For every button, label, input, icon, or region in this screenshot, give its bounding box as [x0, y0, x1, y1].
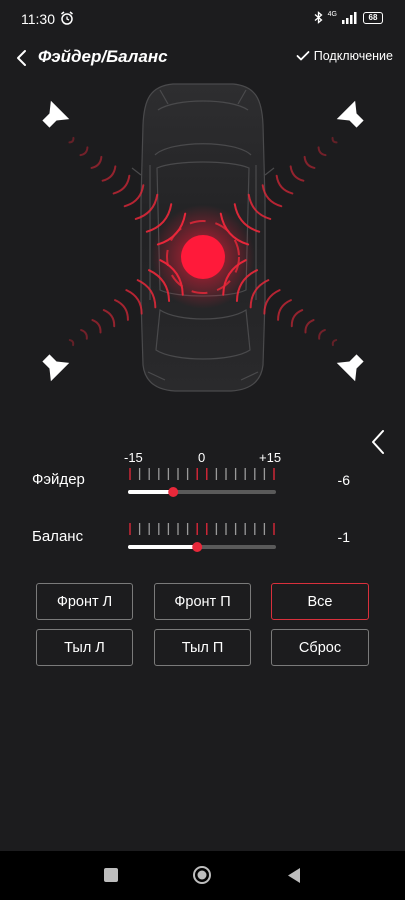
signal-icon	[342, 11, 357, 24]
balance-label: Баланс	[32, 528, 84, 545]
balance-slider[interactable]	[126, 521, 278, 555]
scale-max-label: +15	[259, 450, 282, 465]
sound-wave-arc	[263, 289, 281, 315]
scale-min-label: -15	[124, 450, 143, 465]
status-time: 11:30	[21, 11, 55, 27]
sound-wave-arc	[125, 289, 143, 315]
reset-button[interactable]: Сброс	[271, 629, 369, 666]
sound-wave-arc	[303, 155, 316, 169]
bluetooth-icon	[314, 11, 323, 24]
rear-right-button[interactable]: Тыл П	[154, 629, 251, 666]
sound-wave-arc	[114, 299, 129, 321]
sound-wave-arc	[79, 146, 89, 157]
battery-icon: 68	[363, 11, 383, 24]
back-nav-icon[interactable]	[286, 867, 302, 884]
check-icon	[296, 51, 310, 61]
speaker-icon	[42, 354, 70, 382]
connection-label: Подключение	[313, 49, 393, 63]
status-icons: 4G 68	[314, 11, 383, 24]
system-nav-bar	[0, 851, 405, 900]
recents-icon[interactable]	[104, 868, 118, 882]
sound-wave-arc	[289, 165, 305, 182]
sound-wave-arc	[290, 309, 304, 328]
back-icon[interactable]	[14, 48, 32, 68]
sound-wave-arc	[68, 339, 75, 347]
sound-wave-arc	[91, 319, 102, 334]
alarm-icon	[61, 11, 73, 25]
sound-wave-arc	[318, 329, 326, 340]
balance-thumb	[192, 542, 203, 552]
network-type: 4G	[327, 11, 337, 18]
sound-wave-arc	[331, 339, 338, 347]
home-icon[interactable]	[192, 865, 212, 885]
page-title: Фэйдер/Баланс	[38, 47, 168, 66]
speaker-icon	[336, 354, 364, 382]
all-button[interactable]: Все	[271, 583, 369, 620]
fader-thumb	[168, 487, 179, 497]
sound-wave-arc	[68, 136, 75, 144]
sound-wave-arc	[277, 299, 292, 321]
front-left-button[interactable]: Фронт Л	[36, 583, 133, 620]
header: Фэйдер/Баланс Подключение	[0, 40, 405, 76]
sound-wave-arc	[80, 329, 88, 340]
speaker-icon	[42, 100, 70, 128]
balance-value: -1	[337, 529, 350, 545]
sound-wave-arc	[90, 155, 103, 169]
fader-slider[interactable]	[126, 466, 278, 500]
fader-value: -6	[337, 472, 350, 488]
sound-wave-arc	[112, 174, 131, 195]
sound-wave-arc	[304, 319, 315, 334]
connection-button[interactable]: Подключение	[296, 49, 393, 63]
status-bar: 11:30 4G 68	[0, 0, 405, 40]
sound-wave-arc	[102, 309, 116, 328]
front-right-button[interactable]: Фронт П	[154, 583, 251, 620]
scale-mid-label: 0	[198, 450, 206, 465]
fader-label: Фэйдер	[32, 471, 85, 488]
chevron-left-icon[interactable]	[368, 428, 390, 456]
car-diagram	[42, 83, 364, 392]
sound-wave-arc	[317, 146, 327, 157]
sound-wave-arc	[331, 136, 338, 144]
rear-left-button[interactable]: Тыл Л	[36, 629, 133, 666]
sound-wave-arc	[275, 174, 294, 195]
speaker-icon	[336, 100, 364, 128]
focus-point	[181, 235, 225, 279]
sound-wave-arc	[101, 165, 117, 182]
